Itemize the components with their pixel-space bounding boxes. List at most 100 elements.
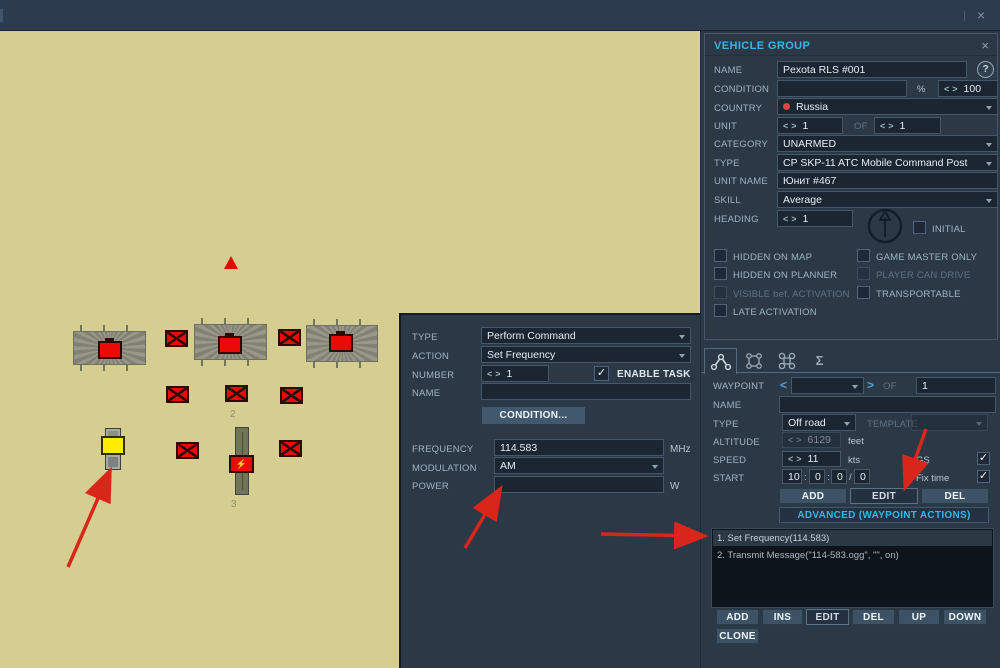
ground-unit-icon[interactable] xyxy=(279,440,302,457)
stepper-right-icon[interactable]: > xyxy=(791,214,796,224)
waypoint-select-dropdown[interactable] xyxy=(791,377,864,394)
waypoint-del-button[interactable]: DEL xyxy=(921,488,989,504)
heading-stepper[interactable]: < > 1 xyxy=(777,210,853,227)
start-minutes-input[interactable]: 0 xyxy=(809,469,825,484)
country-label: COUNTRY xyxy=(714,103,763,114)
start-ms-input[interactable]: 0 xyxy=(854,469,870,484)
late-activation-checkbox[interactable] xyxy=(714,304,727,317)
stepper-left-icon: < xyxy=(788,435,794,445)
action-add-button[interactable]: ADD xyxy=(716,609,759,625)
stepper-left-icon[interactable]: < xyxy=(487,369,492,379)
category-dropdown[interactable]: UNARMED xyxy=(777,135,998,152)
start-hours-input[interactable]: 10 xyxy=(782,469,802,484)
action-del-button[interactable]: DEL xyxy=(852,609,895,625)
waypoint-edit-button[interactable]: EDIT xyxy=(850,488,918,504)
ground-unit-icon[interactable] xyxy=(329,331,353,352)
frequency-label: FREQUENCY xyxy=(412,444,474,455)
fix-time-checkbox[interactable]: ✓ xyxy=(977,470,990,483)
heading-label: HEADING xyxy=(714,214,759,225)
hidden-on-planner-checkbox[interactable] xyxy=(714,267,727,280)
ground-unit-icon[interactable] xyxy=(280,387,303,404)
vehicle-type-dropdown[interactable]: CP SKP-11 ATC Mobile Command Post xyxy=(777,154,998,171)
ground-unit-icon[interactable] xyxy=(278,329,301,346)
prev-waypoint-icon[interactable]: < xyxy=(780,378,787,392)
modulation-dropdown[interactable]: AM xyxy=(494,457,664,474)
close-icon[interactable]: × xyxy=(981,38,989,53)
check-icon: ✓ xyxy=(978,469,989,482)
action-edit-button[interactable]: EDIT xyxy=(806,609,849,625)
group-name-input[interactable]: Pexota RLS #001 xyxy=(777,61,967,78)
action-list-item[interactable]: 1. Set Frequency(114.583) xyxy=(713,530,992,546)
start-seconds-input[interactable]: 0 xyxy=(831,469,847,484)
hidden-on-map-checkbox[interactable] xyxy=(714,249,727,262)
game-master-only-checkbox[interactable] xyxy=(857,249,870,262)
country-dropdown[interactable]: Russia xyxy=(777,98,998,115)
action-up-button[interactable]: UP xyxy=(898,609,940,625)
ground-unit-icon[interactable] xyxy=(98,338,122,359)
action-type-dropdown[interactable]: Perform Command xyxy=(481,327,691,344)
ground-unit-icon[interactable] xyxy=(225,385,248,402)
condition-button[interactable]: CONDITION... xyxy=(481,406,586,425)
command-post-unit-icon[interactable]: ⚡ xyxy=(229,455,254,473)
ground-unit-icon[interactable] xyxy=(176,442,199,459)
vehicle-type-value: CP SKP-11 ATC Mobile Command Post xyxy=(783,156,968,169)
stepper-left-icon[interactable]: < xyxy=(783,121,788,131)
percent-label: % xyxy=(917,84,926,95)
of-label: OF xyxy=(883,381,897,392)
frequency-input[interactable]: 114.583 xyxy=(494,439,664,456)
gs-checkbox[interactable]: ✓ xyxy=(977,452,990,465)
next-waypoint-icon[interactable]: > xyxy=(867,378,874,392)
condition-input[interactable] xyxy=(777,80,907,97)
action-dropdown[interactable]: Set Frequency xyxy=(481,346,691,363)
tab-waypoints[interactable] xyxy=(704,348,737,374)
tab-zones[interactable] xyxy=(737,348,770,373)
visible-before-activation-checkbox xyxy=(714,286,727,299)
number-stepper[interactable]: < > 1 xyxy=(481,365,549,382)
waypoint-actions-list[interactable]: 1. Set Frequency(114.583) 2. Transmit Me… xyxy=(711,528,994,608)
tab-triggered-actions[interactable] xyxy=(770,348,803,373)
ground-unit-icon[interactable] xyxy=(165,330,188,347)
probability-stepper[interactable]: < > 100 xyxy=(938,80,998,97)
stepper-right-icon[interactable]: > xyxy=(791,121,796,131)
enable-task-checkbox[interactable]: ✓ xyxy=(594,366,609,381)
action-clone-button[interactable]: CLONE xyxy=(716,628,759,644)
ground-unit-icon[interactable] xyxy=(218,333,242,354)
action-ins-button[interactable]: INS xyxy=(762,609,803,625)
help-glyph: ? xyxy=(982,64,989,75)
power-input[interactable] xyxy=(494,476,664,493)
action-list-item[interactable]: 2. Transmit Message("114-583.ogg", "", o… xyxy=(713,547,992,563)
stepper-left-icon[interactable]: < xyxy=(788,454,793,464)
map-antenna-marker[interactable] xyxy=(224,256,238,269)
unit-of-stepper[interactable]: < > 1 xyxy=(874,117,941,134)
transportable-checkbox[interactable] xyxy=(857,286,870,299)
time-separator: : xyxy=(827,472,830,483)
waypoint-count-input[interactable]: 1 xyxy=(916,377,996,394)
stepper-right-icon[interactable]: > xyxy=(495,369,500,379)
stepper-right-icon[interactable]: > xyxy=(796,454,801,464)
heading-compass[interactable] xyxy=(865,206,905,246)
window-close-icon[interactable]: × xyxy=(977,8,985,22)
speed-stepper[interactable]: < > 11 xyxy=(782,451,841,467)
initial-checkbox[interactable] xyxy=(913,221,926,234)
stepper-right-icon[interactable]: > xyxy=(952,84,957,94)
tab-summary[interactable]: Σ xyxy=(803,348,836,373)
action-down-button[interactable]: DOWN xyxy=(943,609,987,625)
ground-unit-icon[interactable] xyxy=(166,386,189,403)
fix-time-label: Fix time xyxy=(916,473,950,484)
time-separator: : xyxy=(804,472,807,483)
stepper-left-icon[interactable]: < xyxy=(880,121,885,131)
initial-label: INITIAL xyxy=(932,224,966,235)
check-icon: ✓ xyxy=(596,366,607,379)
waypoint-name-input[interactable] xyxy=(779,396,996,413)
waypoint-type-dropdown[interactable]: Off road xyxy=(782,414,856,431)
stepper-left-icon[interactable]: < xyxy=(783,214,788,224)
unit-stepper[interactable]: < > 1 xyxy=(777,117,843,134)
help-icon[interactable]: ? xyxy=(977,61,994,78)
action-name-input[interactable] xyxy=(481,383,691,400)
advanced-waypoint-actions-button[interactable]: ADVANCED (WAYPOINT ACTIONS) xyxy=(779,507,989,523)
altitude-unit-label: feet xyxy=(848,436,864,447)
stepper-right-icon[interactable]: > xyxy=(888,121,893,131)
unit-name-input[interactable]: Юнит #467 xyxy=(777,172,998,189)
stepper-left-icon[interactable]: < xyxy=(944,84,949,94)
waypoint-add-button[interactable]: ADD xyxy=(779,488,847,504)
